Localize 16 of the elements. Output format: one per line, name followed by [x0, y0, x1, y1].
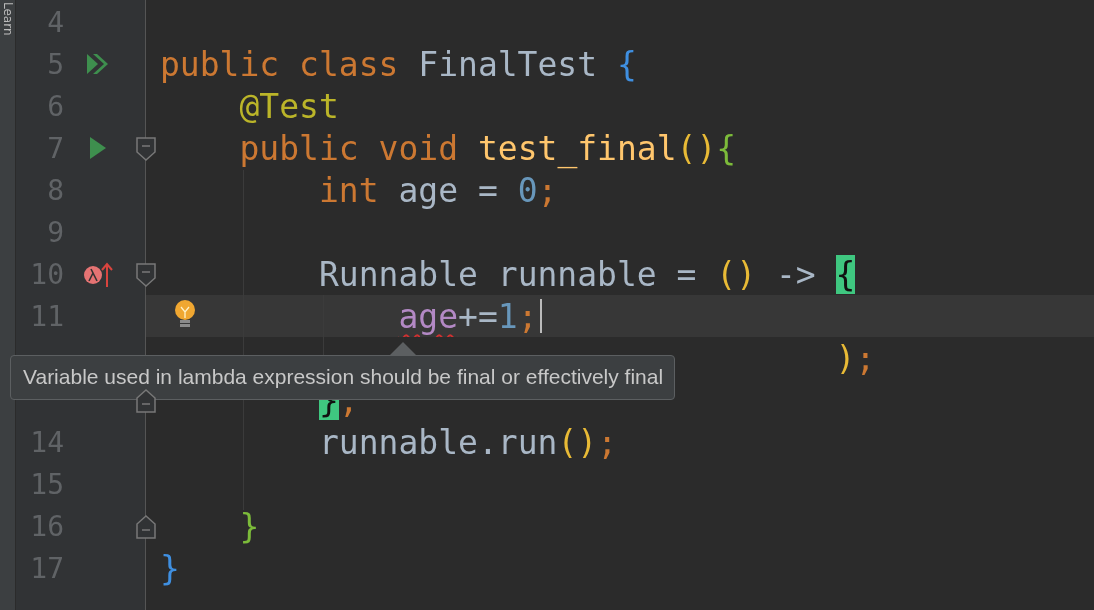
- fold-marker-icon[interactable]: [135, 262, 157, 288]
- code-line: runnable.run();: [318, 422, 617, 462]
- code-line: public class FinalTest {: [160, 44, 637, 84]
- run-icon[interactable]: [88, 135, 108, 161]
- fold-marker-icon[interactable]: [135, 136, 157, 162]
- code-line: }: [239, 506, 260, 546]
- code-line: );: [835, 338, 876, 378]
- fold-marker-icon[interactable]: [135, 514, 157, 540]
- tool-window-label[interactable]: Learn: [0, 2, 15, 36]
- code-line: age+=1;: [398, 296, 542, 336]
- tooltip-pointer: [390, 342, 416, 355]
- code-line: int age = 0;: [318, 170, 558, 210]
- code-line: public void test_final(){: [239, 128, 737, 168]
- code-line: @Test: [239, 86, 339, 126]
- code-line: }: [160, 548, 180, 588]
- code-line: Runnable runnable = () -> {: [318, 254, 856, 294]
